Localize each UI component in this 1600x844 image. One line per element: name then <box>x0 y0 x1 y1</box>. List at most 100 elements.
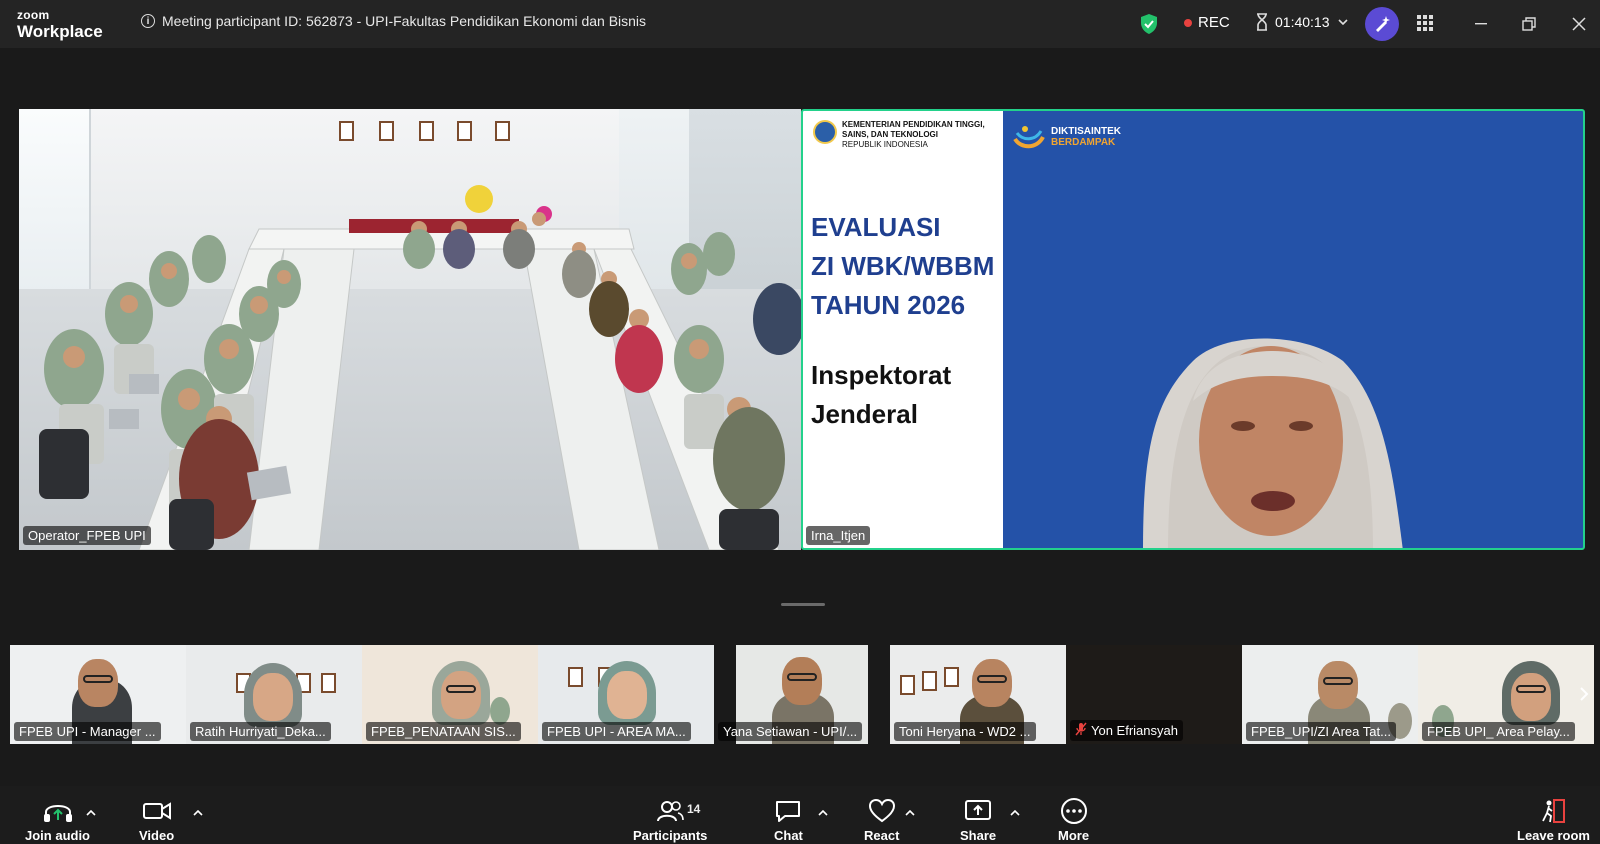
meeting-info[interactable]: i Meeting participant ID: 562873 - UPI-F… <box>141 13 646 29</box>
minimize-button[interactable] <box>1469 12 1493 36</box>
title-bar: zoom Workplace i Meeting participant ID:… <box>0 0 1600 48</box>
chat-bubble-icon <box>776 801 801 822</box>
chat-options-caret[interactable] <box>818 803 828 821</box>
gallery-next-button[interactable] <box>1570 674 1598 714</box>
glasses <box>1516 685 1546 693</box>
diktisaintek-logo-icon <box>1013 125 1045 149</box>
participant-face <box>1511 673 1551 721</box>
presenter-video <box>1143 338 1403 548</box>
participants-icon <box>657 801 685 822</box>
ministry-text: KEMENTERIAN PENDIDIKAN TINGGI, SAINS, DA… <box>842 120 985 150</box>
participant-face <box>1318 661 1358 709</box>
glasses <box>1323 677 1353 685</box>
gallery-thumb[interactable]: FPEB_PENATAAN SIS... <box>362 645 538 744</box>
close-button[interactable] <box>1567 12 1591 36</box>
react-options-caret[interactable] <box>905 803 915 821</box>
slide-subtitle-line2: Jenderal <box>811 399 918 429</box>
recording-indicator[interactable]: REC <box>1184 14 1230 31</box>
meeting-room-scene <box>39 185 801 550</box>
share-button[interactable]: Share <box>960 798 996 843</box>
participant-name-tag: Irna_Itjen <box>806 526 871 545</box>
info-icon: i <box>141 14 155 28</box>
participant-name-tag: Ratih Hurriyati_Deka... <box>190 722 331 741</box>
participant-name-tag-muted: Yon Efriansyah <box>1070 720 1183 741</box>
participants-label: Participants <box>633 828 708 843</box>
participant-face <box>78 659 118 707</box>
minimize-icon <box>1475 23 1487 25</box>
participant-name-tag: FPEB UPI - AREA MA... <box>542 722 691 741</box>
video-tile-active-speaker[interactable]: KEMENTERIAN PENDIDIKAN TINGGI, SAINS, DA… <box>801 109 1585 550</box>
gallery-thumb[interactable]: FPEB UPI - AREA MA... <box>538 645 714 744</box>
gallery-thumb[interactable]: Toni Heryana - WD2 ... <box>890 645 1066 744</box>
gallery-thumb[interactable]: FPEB UPI_ Area Pelay... <box>1418 645 1594 744</box>
join-audio-button[interactable]: Join audio <box>25 798 90 843</box>
heart-icon <box>868 798 895 823</box>
slide-panel: KEMENTERIAN PENDIDIKAN TINGGI, SAINS, DA… <box>803 111 1003 548</box>
gallery-thumb[interactable]: FPEB UPI - Manager ... <box>10 645 186 744</box>
slide-title-line3: TAHUN 2026 <box>811 290 966 320</box>
chevron-up-icon <box>193 809 203 816</box>
leave-door-icon <box>1542 799 1566 823</box>
ai-sparkle-pen-icon <box>1376 16 1390 32</box>
glasses <box>787 673 817 681</box>
ministry-line3: REPUBLIK INDONESIA <box>842 140 928 149</box>
participant-name-tag: Toni Heryana - WD2 ... <box>894 722 1036 741</box>
participant-name-tag: FPEB UPI - Manager ... <box>14 722 161 741</box>
ministry-seal-icon <box>813 120 837 144</box>
participant-face <box>782 657 822 705</box>
react-button[interactable]: React <box>864 798 899 843</box>
glasses <box>446 685 476 693</box>
close-icon <box>1572 17 1586 31</box>
ai-companion-button[interactable] <box>1365 7 1399 41</box>
logo-workplace-text: Workplace <box>17 22 103 41</box>
participant-name-tag: Yana Setiawan - UPI/... <box>718 722 863 741</box>
share-options-caret[interactable] <box>1010 803 1020 821</box>
chevron-right-icon <box>1580 687 1589 701</box>
glasses <box>977 675 1007 683</box>
video-label: Video <box>139 828 175 843</box>
gallery-thumb[interactable]: Yon Efriansyah <box>1066 645 1242 744</box>
video-button[interactable]: Video <box>139 798 174 843</box>
more-button[interactable]: More <box>1058 798 1089 843</box>
hourglass-icon <box>1257 13 1267 31</box>
leave-room-button[interactable]: Leave room <box>1517 798 1590 843</box>
slide-title: EVALUASI ZI WBK/WBBM TAHUN 2026 <box>811 208 994 325</box>
gallery-thumb[interactable]: FPEB_UPI/ZI Area Tat... <box>1242 645 1418 744</box>
ministry-line1: KEMENTERIAN PENDIDIKAN TINGGI, <box>842 120 985 129</box>
brand-line1: DIKTISAINTEK <box>1051 126 1121 137</box>
restore-button[interactable] <box>1517 12 1541 36</box>
chat-button[interactable]: Chat <box>774 798 803 843</box>
video-tile-operator[interactable]: Operator_FPEB UPI <box>19 109 801 550</box>
participant-face <box>607 671 647 719</box>
video-options-caret[interactable] <box>193 803 203 821</box>
resize-handle[interactable] <box>781 603 825 606</box>
participant-name-tag: FPEB_PENATAAN SIS... <box>366 722 521 741</box>
gallery-thumb[interactable]: Ratih Hurriyati_Deka... <box>186 645 362 744</box>
participants-count-badge: 14 <box>687 802 701 816</box>
share-label: Share <box>960 828 997 843</box>
ministry-line2: SAINS, DAN TEKNOLOGI <box>842 130 939 139</box>
chat-label: Chat <box>774 828 803 843</box>
slide-subtitle: Inspektorat Jenderal <box>811 356 951 434</box>
participant-name: Yon Efriansyah <box>1091 723 1178 738</box>
participant-face <box>441 671 481 719</box>
rec-label: REC <box>1198 14 1230 31</box>
chevron-down-icon <box>1337 19 1348 25</box>
audio-options-caret[interactable] <box>86 803 96 821</box>
react-label: React <box>864 828 900 843</box>
participant-name-tag: Operator_FPEB UPI <box>23 526 151 545</box>
rec-dot-icon <box>1184 18 1192 27</box>
meeting-timer[interactable]: 01:40:13 <box>1255 13 1354 31</box>
gallery-thumb[interactable]: Yana Setiawan - UPI/... <box>714 645 890 744</box>
security-shield-icon[interactable] <box>1139 13 1159 40</box>
slide-title-line1: EVALUASI <box>811 212 941 242</box>
apps-grid-icon[interactable] <box>1417 15 1433 36</box>
chevron-up-icon <box>818 809 828 816</box>
participant-face <box>253 673 293 721</box>
slide-title-line2: ZI WBK/WBBM <box>811 251 995 281</box>
participant-name-tag: FPEB UPI_ Area Pelay... <box>1422 722 1575 741</box>
chevron-up-icon <box>86 809 96 816</box>
restore-icon <box>1522 17 1536 31</box>
chevron-up-icon <box>905 809 915 816</box>
timer-text: 01:40:13 <box>1275 14 1330 30</box>
